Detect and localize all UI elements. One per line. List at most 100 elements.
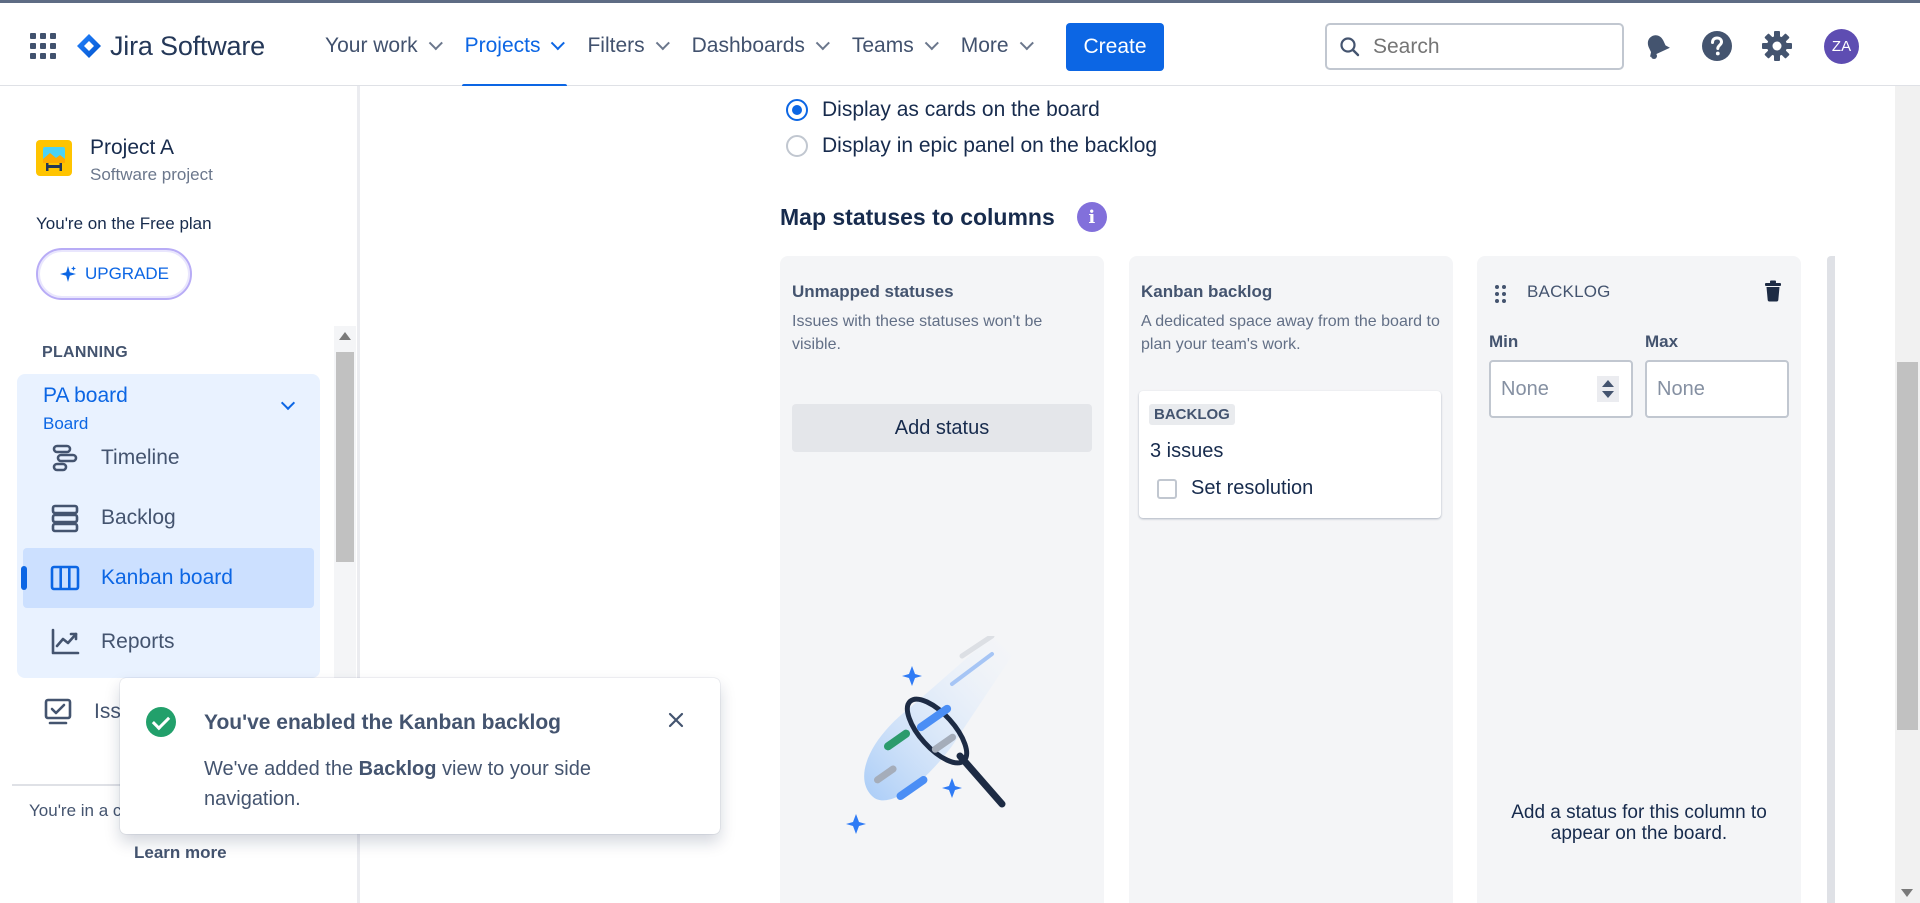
success-flag: You've enabled the Kanban backlog We've … <box>120 678 720 834</box>
nav-your-work[interactable]: Your work <box>318 21 445 71</box>
sidebar-item-label: Backlog <box>101 506 176 529</box>
sparkle-icon <box>59 266 76 282</box>
app-switcher-icon[interactable] <box>28 31 58 61</box>
section-title-text: Map statuses to columns <box>780 203 1055 230</box>
backlog-icon <box>51 504 79 533</box>
nav-projects[interactable]: Projects <box>458 21 568 88</box>
chevron-down-icon <box>815 36 830 51</box>
status-lozenge: BACKLOG <box>1149 404 1235 425</box>
sidebar-item-label: Kanban board <box>101 566 233 589</box>
sidebar-item-issues[interactable]: Iss <box>42 696 121 728</box>
chevron-down-icon <box>1019 36 1034 51</box>
status-card-backlog[interactable]: BACKLOG 3 issues Set resolution <box>1139 391 1441 518</box>
timeline-icon <box>52 444 78 472</box>
plan-text: You're on the Free plan <box>36 214 212 233</box>
trash-icon[interactable] <box>1763 280 1783 302</box>
epic-option-label: Display as cards on the board <box>822 98 1100 121</box>
chevron-down-icon <box>924 36 939 51</box>
stepper-icon[interactable] <box>1597 376 1619 402</box>
top-navigation: Jira Software Your work Projects Filters… <box>0 0 1920 88</box>
badminton-illustration <box>846 636 1012 834</box>
unmapped-statuses-column: Unmapped statuses Issues with these stat… <box>780 256 1104 903</box>
max-label: Max <box>1645 332 1679 351</box>
nav-more[interactable]: More <box>954 21 1036 71</box>
radio-unchecked[interactable] <box>786 135 808 157</box>
scroll-up-arrow-icon[interactable] <box>339 332 351 340</box>
success-check-icon <box>146 707 176 737</box>
help-icon[interactable] <box>1700 29 1734 63</box>
project-header[interactable]: Project A Software project <box>36 136 213 185</box>
issues-icon <box>44 698 72 725</box>
epic-option-cards[interactable]: Display as cards on the board <box>786 98 1100 122</box>
project-type: Software project <box>90 165 213 184</box>
set-resolution-checkbox[interactable] <box>1157 478 1177 499</box>
sidebar-item-backlog[interactable]: Backlog <box>23 488 314 548</box>
flag-body-bold: Backlog <box>358 758 437 780</box>
min-input[interactable]: None <box>1489 360 1633 418</box>
kanban-board-icon <box>50 565 80 591</box>
max-input-value: None <box>1657 377 1705 400</box>
column-description: A dedicated space away from the board to… <box>1141 313 1440 353</box>
notifications-bell-icon[interactable] <box>1640 29 1674 63</box>
column-empty-hint: Add a status for this column to appear o… <box>1511 802 1767 844</box>
set-resolution-option[interactable]: Set resolution <box>1157 477 1313 500</box>
jira-logo[interactable]: Jira Software <box>76 29 265 63</box>
upgrade-button[interactable]: UPGRADE <box>36 248 192 300</box>
board-switcher[interactable]: PA board Board <box>43 384 128 434</box>
chevron-down-icon[interactable] <box>280 395 296 411</box>
set-resolution-label: Set resolution <box>1191 477 1314 499</box>
page-scrollbar[interactable] <box>1895 86 1920 903</box>
scroll-down-arrow-icon[interactable] <box>1901 889 1913 897</box>
board-group: PA board Board Timeline Backlog Kanban b… <box>17 374 320 678</box>
app-name: Jira Software <box>110 30 265 61</box>
radio-checked[interactable] <box>786 99 808 121</box>
column-title[interactable]: BACKLOG <box>1527 282 1611 302</box>
primary-nav: Your work Projects Filters Dashboards Te… <box>318 21 1049 88</box>
close-icon[interactable] <box>666 710 686 730</box>
page-scrollbar-thumb[interactable] <box>1897 362 1918 730</box>
planning-heading: PLANNING <box>42 344 128 361</box>
flag-body-text: We've added the <box>204 758 359 780</box>
chevron-down-icon <box>428 36 443 51</box>
section-title: Map statuses to columns i <box>780 202 1107 232</box>
board-name: PA board <box>43 384 128 407</box>
drag-handle-icon[interactable] <box>1495 285 1506 303</box>
chevron-down-icon <box>551 36 566 51</box>
sidebar-item-kanban-board[interactable]: Kanban board <box>21 548 314 608</box>
sidebar-item-label: Timeline <box>101 446 180 469</box>
project-name: Project A <box>90 136 175 159</box>
jira-logo-icon <box>77 34 101 58</box>
min-label: Min <box>1489 332 1519 351</box>
nav-filters[interactable]: Filters <box>580 21 671 71</box>
search-icon <box>1340 36 1360 56</box>
user-avatar[interactable]: ZA <box>1824 29 1859 64</box>
search-input[interactable] <box>1373 34 1593 59</box>
nav-dashboards[interactable]: Dashboards <box>685 21 832 71</box>
kanban-backlog-column: Kanban backlog A dedicated space away fr… <box>1129 256 1453 903</box>
project-avatar-icon <box>36 140 72 176</box>
sidebar-item-label: Reports <box>101 630 175 653</box>
issue-count: 3 issues <box>1150 440 1224 462</box>
reports-icon <box>51 628 80 655</box>
nav-teams[interactable]: Teams <box>845 21 941 71</box>
settings-gear-icon[interactable] <box>1760 29 1794 63</box>
min-input-value: None <box>1501 377 1549 400</box>
max-input[interactable]: None <box>1645 360 1789 418</box>
flag-title: You've enabled the Kanban backlog <box>204 711 562 734</box>
learn-more-link[interactable]: Learn more <box>134 843 227 863</box>
sidebar-item-reports[interactable]: Reports <box>23 612 314 672</box>
epic-option-panel[interactable]: Display in epic panel on the backlog <box>786 134 1157 158</box>
add-status-button[interactable]: Add status <box>792 404 1092 452</box>
column-description: Issues with these statuses won't be visi… <box>792 313 1043 353</box>
sidebar-item-timeline[interactable]: Timeline <box>23 428 314 488</box>
search-box[interactable] <box>1325 23 1624 70</box>
upgrade-label: UPGRADE <box>84 264 170 283</box>
info-icon[interactable]: i <box>1076 202 1107 232</box>
sidebar-scrollbar-thumb[interactable] <box>336 352 354 562</box>
backlog-column: BACKLOG Min Max None None Add a status f… <box>1477 256 1801 903</box>
epic-option-label: Display in epic panel on the backlog <box>822 134 1158 157</box>
flag-body: We've added the Backlog view to your sid… <box>204 754 674 814</box>
column-title: Unmapped statuses <box>792 282 954 301</box>
create-button[interactable]: Create <box>1066 23 1164 71</box>
column-title: Kanban backlog <box>1141 282 1273 301</box>
